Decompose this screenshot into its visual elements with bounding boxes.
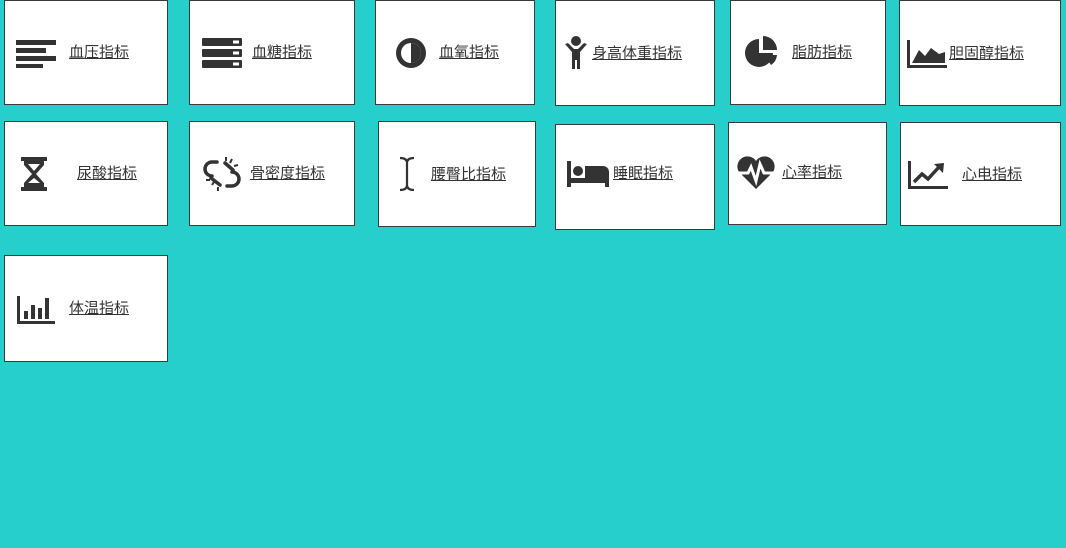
area-chart-icon xyxy=(907,38,947,68)
tile-cholesterol[interactable]: 胆固醇指标 xyxy=(899,0,1061,106)
broken-link-icon xyxy=(203,156,241,192)
tile-label: 心电指标 xyxy=(962,164,1023,183)
tile-label: 胆固醇指标 xyxy=(949,43,1025,62)
tile-height-weight[interactable]: 身高体重指标 xyxy=(555,0,715,106)
child-icon xyxy=(564,35,588,71)
tile-label: 血压指标 xyxy=(69,43,130,61)
tile-label: 身高体重指标 xyxy=(592,43,683,62)
tile-sleep[interactable]: 睡眠指标 xyxy=(555,124,715,230)
tile-uric-acid[interactable]: 尿酸指标 xyxy=(4,121,168,226)
tile-label: 血氧指标 xyxy=(439,43,500,61)
pie-chart-icon xyxy=(743,35,779,71)
i-cursor-icon xyxy=(397,156,417,192)
bed-icon xyxy=(567,161,609,187)
tile-blood-oxygen[interactable]: 血氧指标 xyxy=(375,0,535,105)
tile-label: 心率指标 xyxy=(782,163,843,181)
tile-blood-pressure[interactable]: 血压指标 xyxy=(4,0,168,105)
tile-heart-rate[interactable]: 心率指标 xyxy=(728,122,887,225)
half-circle-icon xyxy=(394,36,428,70)
tile-body-temperature[interactable]: 体温指标 xyxy=(4,255,168,362)
align-left-icon xyxy=(15,38,57,68)
tile-label: 腰臀比指标 xyxy=(431,164,507,183)
tile-label: 骨密度指标 xyxy=(250,164,326,182)
tile-label: 脂肪指标 xyxy=(792,43,853,61)
tile-body-fat[interactable]: 脂肪指标 xyxy=(730,0,886,105)
bar-chart-icon xyxy=(16,294,56,324)
server-icon xyxy=(202,37,242,68)
tile-waist-hip-ratio[interactable]: 腰臀比指标 xyxy=(378,121,536,227)
heartbeat-icon xyxy=(736,156,776,190)
tile-label: 血糖指标 xyxy=(252,43,313,61)
tile-label: 睡眠指标 xyxy=(613,164,674,182)
tile-bone-density[interactable]: 骨密度指标 xyxy=(189,121,355,226)
tile-label: 尿酸指标 xyxy=(77,164,138,182)
line-chart-icon xyxy=(908,159,948,189)
tile-blood-sugar[interactable]: 血糖指标 xyxy=(189,0,355,105)
tile-ecg[interactable]: 心电指标 xyxy=(900,122,1061,226)
tile-label: 体温指标 xyxy=(69,299,130,317)
hourglass-icon xyxy=(19,156,49,191)
